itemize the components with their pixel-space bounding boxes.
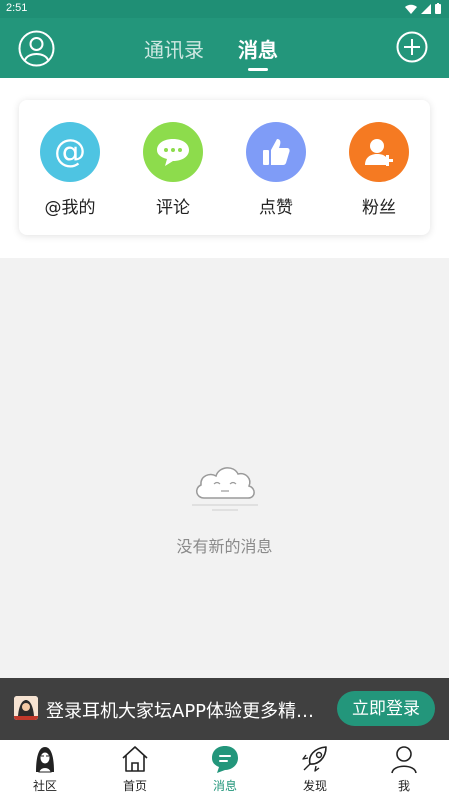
quick-actions-area: @ @我的 评论 点赞 粉丝 (0, 78, 449, 258)
at-icon: @ (40, 122, 100, 182)
svg-text:@: @ (54, 133, 86, 170)
login-prompt-text: 登录耳机大家坛APP体验更多精彩内容 (46, 701, 326, 722)
tab-contacts[interactable]: 通讯录 (144, 34, 204, 63)
login-banner: 登录耳机大家坛APP体验更多精彩内容 立即登录 (0, 678, 449, 740)
empty-message-text: 没有新的消息 (176, 537, 273, 556)
status-bar: 2:51 (0, 0, 449, 18)
quick-action-fans[interactable]: 粉丝 (339, 122, 419, 218)
tab-messages[interactable]: 消息 (238, 34, 278, 63)
home-icon (122, 746, 148, 772)
nav-label: 消息 (212, 779, 237, 793)
message-icon (212, 746, 238, 773)
quick-action-label: 点赞 (259, 198, 293, 218)
sleeping-cloud-icon (192, 467, 258, 511)
nav-item-profile[interactable]: 我 (359, 740, 449, 798)
nav-item-community[interactable]: 社区 (0, 740, 90, 798)
comment-icon (143, 122, 203, 182)
active-tab-indicator (248, 68, 268, 71)
header-tabs: 通讯录 消息 (0, 18, 449, 78)
quick-actions-card: @ @我的 评论 点赞 粉丝 (19, 100, 430, 235)
quick-action-mentions[interactable]: @ @我的 (30, 122, 110, 218)
login-button[interactable]: 立即登录 (337, 691, 435, 726)
app-logo (14, 696, 38, 720)
quick-action-label: @我的 (44, 198, 96, 218)
battery-icon (435, 3, 441, 14)
status-icons (405, 3, 441, 14)
bottom-navigation: 社区 首页 消息 发现 我 (0, 740, 449, 798)
nav-label: 我 (397, 779, 410, 793)
profile-icon (391, 746, 417, 774)
nav-label: 社区 (32, 779, 57, 793)
wifi-icon (405, 4, 417, 14)
message-list-empty: 没有新的消息 (0, 258, 449, 678)
signal-icon (421, 3, 431, 14)
add-user-icon (349, 122, 409, 182)
nav-item-messages[interactable]: 消息 (180, 740, 270, 798)
add-icon[interactable] (396, 31, 428, 63)
status-time: 2:51 (6, 2, 28, 14)
nav-item-discover[interactable]: 发现 (270, 740, 360, 798)
thumbs-up-icon (246, 122, 306, 182)
quick-action-comments[interactable]: 评论 (133, 122, 213, 218)
nav-label: 首页 (122, 779, 147, 793)
nav-item-home[interactable]: 首页 (90, 740, 180, 798)
quick-action-label: 粉丝 (362, 198, 396, 218)
rocket-icon (302, 746, 327, 772)
community-icon (36, 747, 54, 773)
header-bar: 通讯录 消息 (0, 18, 449, 78)
nav-label: 发现 (302, 779, 327, 793)
quick-action-label: 评论 (156, 198, 190, 218)
quick-action-likes[interactable]: 点赞 (236, 122, 316, 218)
